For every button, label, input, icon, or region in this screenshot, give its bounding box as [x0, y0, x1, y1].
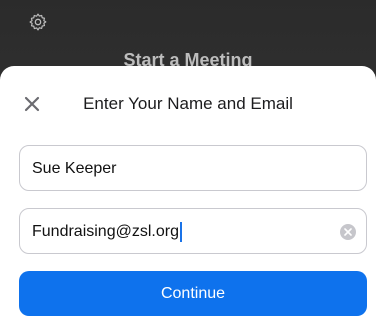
name-field[interactable]: Sue Keeper: [19, 145, 367, 191]
email-field-text: Fundraising@zsl.org: [32, 209, 182, 255]
sheet-title: Enter Your Name and Email: [83, 94, 293, 113]
gear-icon[interactable]: [28, 12, 48, 32]
name-email-sheet: Enter Your Name and Email Sue Keeper Fun…: [0, 66, 376, 326]
continue-button[interactable]: Continue: [19, 271, 367, 316]
sheet-header: Enter Your Name and Email: [0, 92, 376, 116]
email-field[interactable]: Fundraising@zsl.org: [19, 208, 367, 254]
name-field-value: Sue Keeper: [32, 160, 117, 177]
clear-text-icon: [344, 228, 352, 236]
email-field-value: Fundraising@zsl.org: [32, 223, 179, 240]
clear-text-button[interactable]: [340, 224, 356, 240]
text-cursor: [179, 221, 182, 242]
